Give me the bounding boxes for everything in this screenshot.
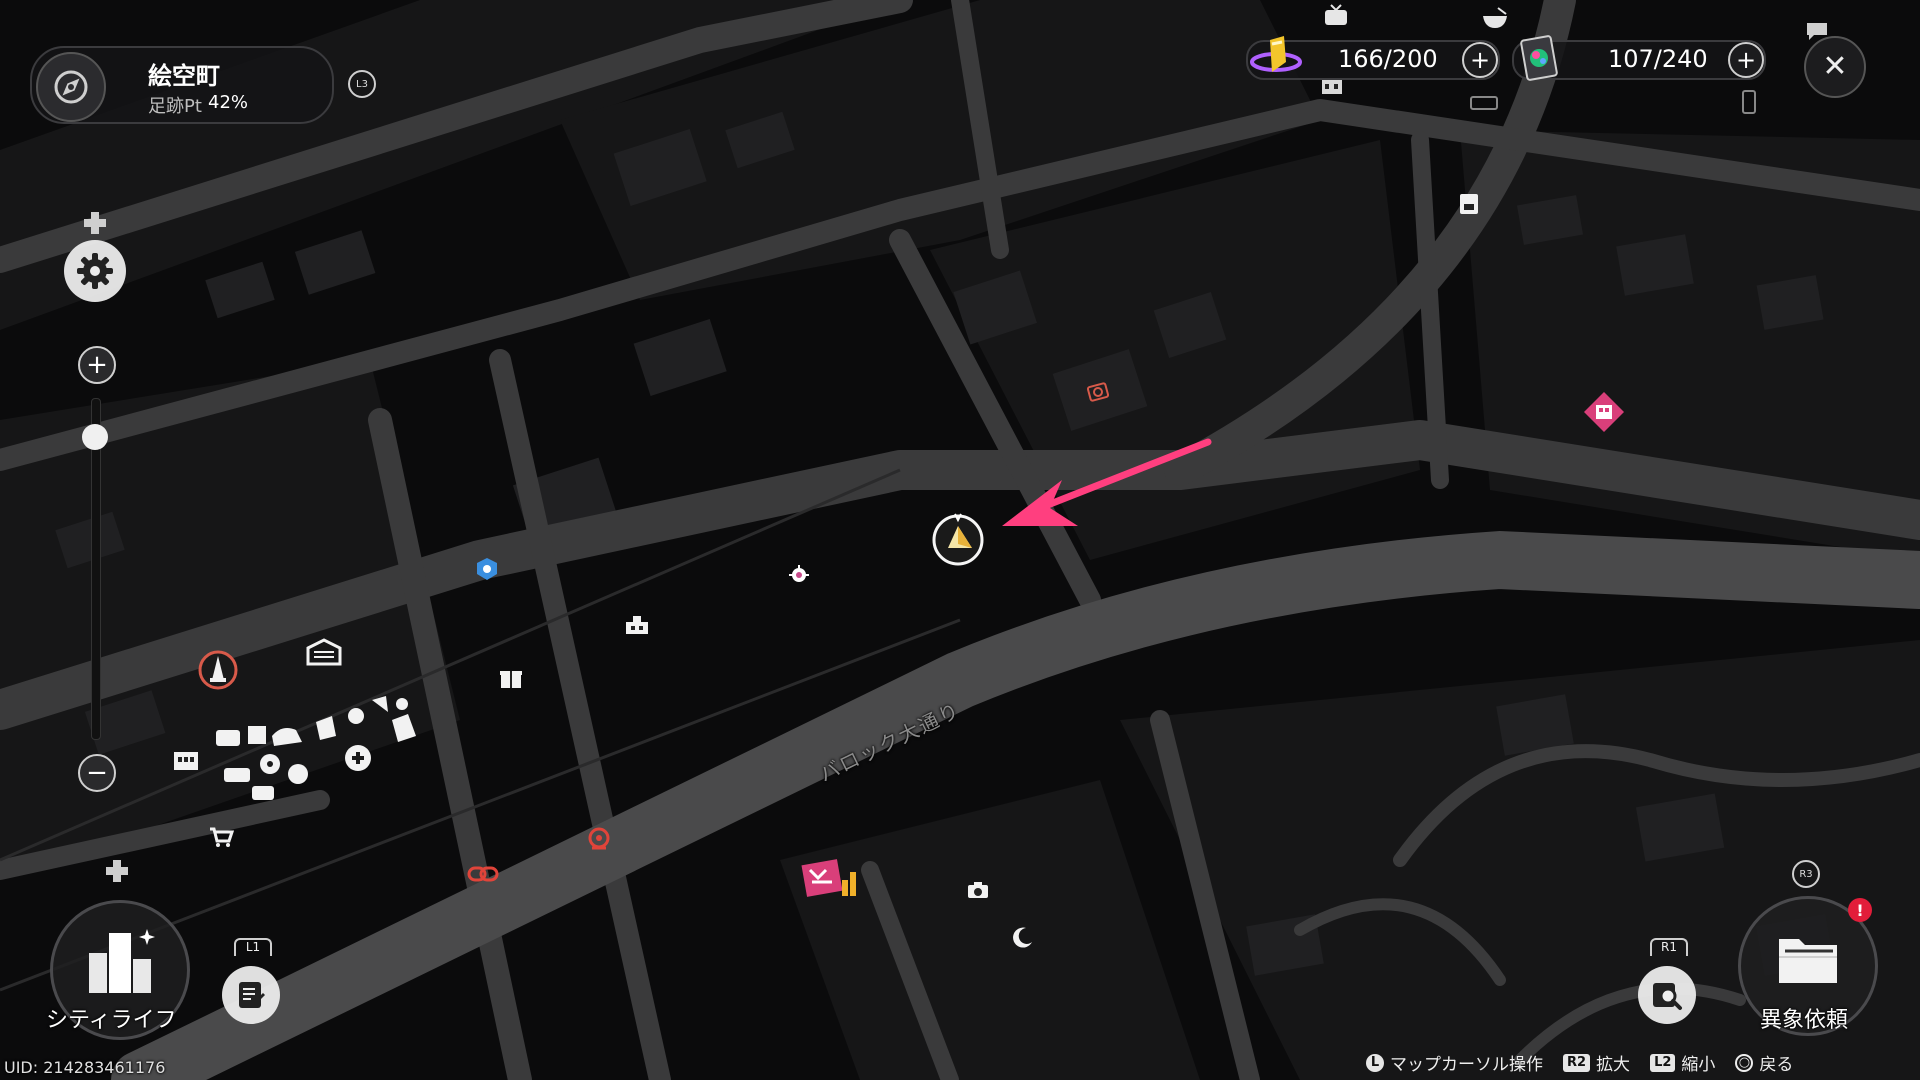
left-stick-key: L <box>1366 1053 1384 1072</box>
red-pin-poi-icon[interactable] <box>586 826 612 856</box>
player-location-marker[interactable] <box>928 510 988 570</box>
pink-flag-poi-icon[interactable] <box>800 858 862 902</box>
agent-marker-icon[interactable] <box>786 562 812 588</box>
cursor-hint-label: マップカーソル操作 <box>1390 1055 1543 1075</box>
compass-icon <box>36 52 106 122</box>
cart-poi-icon[interactable] <box>208 826 234 848</box>
book-poi-icon[interactable] <box>1458 192 1480 216</box>
circle-key: ○ <box>1735 1053 1754 1072</box>
map-search-button[interactable] <box>1638 966 1696 1024</box>
area-name: 絵空町 <box>148 62 220 90</box>
pink-arrow-annotation <box>990 430 1220 544</box>
anomaly-request-label: 異象依頼 <box>1760 1008 1849 1033</box>
l2-key: L2 <box>1650 1053 1676 1072</box>
zoom-in-hint-label: 拡大 <box>1596 1055 1631 1075</box>
notepad-icon <box>239 982 265 1008</box>
search-map-icon <box>1653 983 1682 1010</box>
folder-icon <box>1779 939 1837 983</box>
red-link-poi-icon[interactable] <box>466 864 500 884</box>
close-button[interactable]: ✕ <box>1804 36 1866 98</box>
red-camera-poi-icon[interactable] <box>1086 380 1110 402</box>
collection-info-icon <box>1742 90 1756 114</box>
building-poi-icon[interactable] <box>622 612 652 636</box>
top-bowl-icon <box>1480 6 1510 34</box>
zoom-out-button[interactable]: − <box>78 754 116 792</box>
store-poi-icon[interactable] <box>172 748 200 772</box>
footprint-percent: 42% <box>208 92 249 113</box>
zoom-slider-handle[interactable] <box>82 424 108 450</box>
footprint-label: 足跡Pt <box>148 96 202 117</box>
card-pack-icon <box>1516 34 1562 88</box>
l1-hint: L1 <box>234 938 272 956</box>
area-info-panel: 絵空町 足跡Pt 42% <box>30 46 334 124</box>
stamina-crystal-icon <box>1248 32 1304 88</box>
zoom-out-hint-label: 縮小 <box>1681 1055 1716 1075</box>
dpad-up-hint-icon <box>82 210 108 240</box>
blue-shield-poi-icon[interactable] <box>474 556 500 582</box>
gear-icon <box>77 253 113 289</box>
dpad-down-hint-icon <box>104 858 130 888</box>
quest-list-button[interactable] <box>222 966 280 1024</box>
uid-label: UID: 214283461176 <box>4 1058 166 1077</box>
collection-value: 107/240 <box>1608 45 1708 73</box>
stamina-info-icon <box>1470 96 1498 110</box>
back-hint-label: 戻る <box>1759 1055 1794 1075</box>
close-icon: ✕ <box>1822 49 1848 84</box>
r3-hint: R3 <box>1792 860 1820 888</box>
top-tv-icon <box>1322 4 1350 32</box>
l3-button-hint: L3 <box>348 70 376 98</box>
add-collection-button[interactable]: + <box>1728 42 1764 78</box>
poi-cluster-icons[interactable] <box>212 686 432 806</box>
stamina-value: 166/200 <box>1338 45 1438 73</box>
control-hints: L マップカーソル操作 R2 拡大 L2 縮小 ○ 戻る <box>1366 1050 1793 1075</box>
zoom-in-button[interactable]: + <box>78 346 116 384</box>
pink-shop-poi-icon[interactable] <box>1582 390 1626 434</box>
city-buildings-icon <box>89 929 155 993</box>
city-life-label: シティライフ <box>46 1008 177 1033</box>
garage-poi-icon[interactable] <box>304 636 344 666</box>
moon-poi-icon[interactable] <box>1008 924 1036 952</box>
map-settings-button[interactable] <box>64 240 126 302</box>
r1-hint: R1 <box>1650 938 1688 956</box>
add-stamina-button[interactable]: + <box>1462 42 1498 78</box>
camera-poi-icon[interactable] <box>966 880 990 900</box>
r2-key: R2 <box>1563 1053 1591 1072</box>
alert-badge: ! <box>1848 898 1872 922</box>
gift-poi-icon[interactable] <box>498 666 524 690</box>
